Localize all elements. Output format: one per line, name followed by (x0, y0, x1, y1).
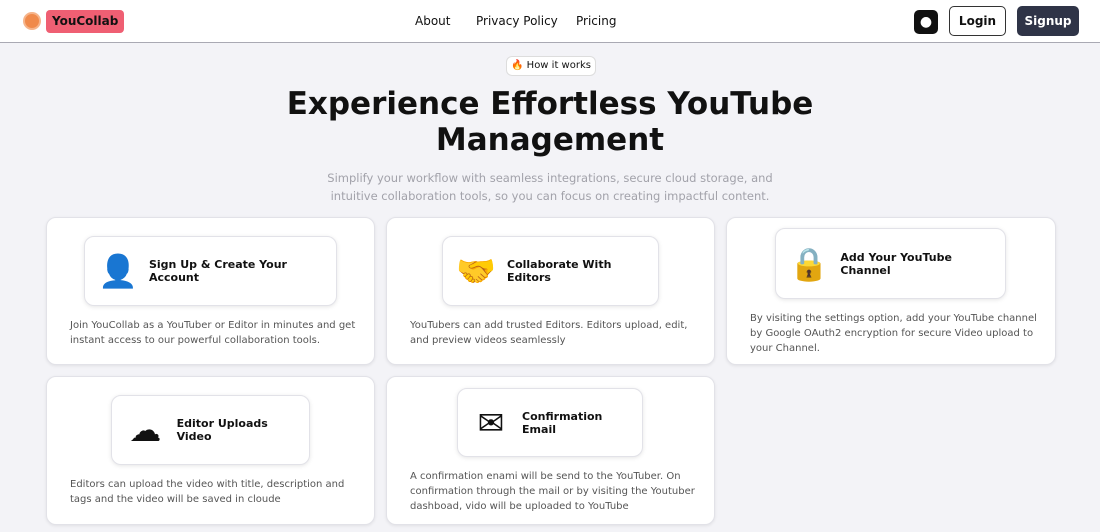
page-title: Experience Effortless YouTube Management (286, 86, 814, 158)
user-add-icon: 👤 (98, 252, 138, 290)
badge-label: How it works (526, 60, 591, 71)
step-desc: Editors can upload the video with title,… (70, 479, 345, 505)
brand-logo[interactable]: YouCollab (46, 10, 125, 33)
nav-pricing[interactable]: Pricing (576, 14, 616, 28)
login-button[interactable]: Login (949, 6, 1006, 36)
step-header: ☁ Editor Uploads Video (111, 395, 310, 465)
lock-password-icon: 🔒 (789, 244, 830, 283)
step-title: Editor Uploads Video (176, 417, 268, 443)
header: YouCollab About Privacy Policy Pricing ●… (0, 0, 1100, 43)
step-desc: YouTubers can add trusted Editors. Edito… (410, 320, 688, 346)
nav-about[interactable]: About (415, 14, 450, 28)
email-notification-icon: ✉ (477, 403, 505, 442)
nav-privacy-policy[interactable]: Privacy Policy (476, 14, 558, 28)
step-title: Confirmation Email (522, 409, 603, 436)
step-title: Add Your YouTube Channel (840, 250, 952, 277)
step-header: 🤝 Collaborate With Editors (442, 236, 659, 306)
github-icon[interactable]: ● (914, 10, 938, 34)
fire-icon: 🔥 (511, 60, 524, 71)
step-header: ✉ Confirmation Email (457, 388, 643, 457)
logo-icon[interactable] (23, 12, 41, 30)
step-header: 🔒 Add Your YouTube Channel (775, 228, 1006, 299)
step-header: 👤 Sign Up & Create Your Account (84, 236, 337, 306)
step-title: Sign Up & Create Your Account (148, 258, 287, 284)
step-desc: Join YouCollab as a YouTuber or Editor i… (70, 320, 356, 346)
step-title: Collaborate With Editors (507, 258, 612, 284)
how-it-works-badge: 🔥 How it works (506, 56, 596, 76)
subtitle: Simplify your workflow with seamless int… (327, 171, 773, 203)
step-desc: By visiting the settings option, add you… (750, 313, 1037, 354)
step-desc: A confirmation enami will be send to the… (410, 471, 695, 512)
signup-button[interactable]: Signup (1017, 6, 1079, 36)
handshake-icon: 🤝 (456, 252, 496, 290)
cloud-upload-icon: ☁ (129, 411, 162, 449)
